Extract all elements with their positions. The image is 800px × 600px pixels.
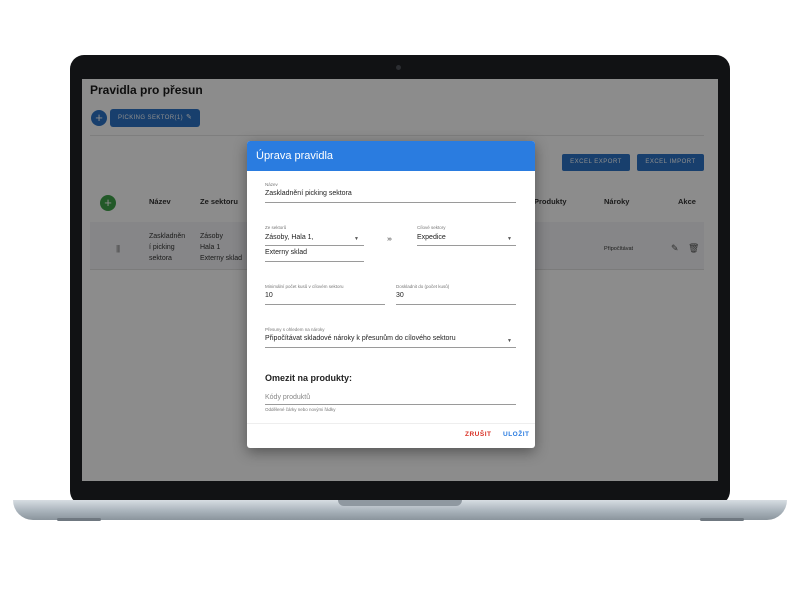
from-select-value-2[interactable]: Externy sklad — [265, 249, 307, 256]
from-underline-2 — [265, 261, 364, 262]
laptop-foot — [700, 518, 744, 521]
fill-label: Doskladnit do (počet kusů) — [396, 284, 450, 289]
min-count-field[interactable]: 10 — [265, 292, 273, 299]
min-label: Minimální počet kusů v cílovém sektoru — [265, 284, 344, 289]
chevron-down-icon[interactable]: ▼ — [507, 236, 512, 242]
name-field[interactable]: Zaskladnění picking sektora — [265, 190, 352, 197]
chevron-down-icon[interactable]: ▼ — [354, 236, 359, 242]
fill-underline — [396, 304, 516, 305]
target-select-value[interactable]: Expedice — [417, 234, 446, 241]
min-underline — [265, 304, 385, 305]
target-label: Cílové sektory — [417, 225, 446, 230]
from-label: Ze sektorů — [265, 225, 287, 230]
target-underline — [417, 245, 516, 246]
laptop-notch — [338, 500, 462, 506]
moves-label: Přesuny s ohledem na nároky — [265, 327, 325, 332]
screen: Pravidla pro přesun + PICKING SEKTOR(1) ✎… — [82, 79, 718, 481]
dialog-footer-divider — [247, 423, 535, 424]
camera-dot — [396, 65, 401, 70]
name-underline — [265, 202, 516, 203]
moves-select-value[interactable]: Připočítávat skladové nároky k přesunům … — [265, 335, 456, 342]
arrows-right-icon: ››› — [387, 236, 392, 243]
codes-underline — [265, 404, 516, 405]
from-select-value[interactable]: Zásoby, Hala 1, — [265, 234, 314, 241]
restrict-heading: Omezit na produkty: — [265, 373, 353, 383]
chevron-down-icon[interactable]: ▼ — [507, 338, 512, 344]
save-button[interactable]: ULOŽIT — [503, 431, 529, 438]
laptop-foot — [57, 518, 101, 521]
fill-to-field[interactable]: 30 — [396, 292, 404, 299]
edit-rule-dialog: Úprava pravidla Název Zaskladnění pickin… — [247, 141, 535, 448]
moves-underline — [265, 347, 516, 348]
from-underline-1 — [265, 245, 364, 246]
name-label: Název — [265, 182, 278, 187]
cancel-button[interactable]: ZRUŠIT — [465, 431, 491, 438]
codes-hint: Oddělené čárky nebo novými řádky — [265, 407, 336, 412]
product-codes-input[interactable]: Kódy produktů — [265, 394, 310, 401]
dialog-title: Úprava pravidla — [247, 141, 535, 171]
